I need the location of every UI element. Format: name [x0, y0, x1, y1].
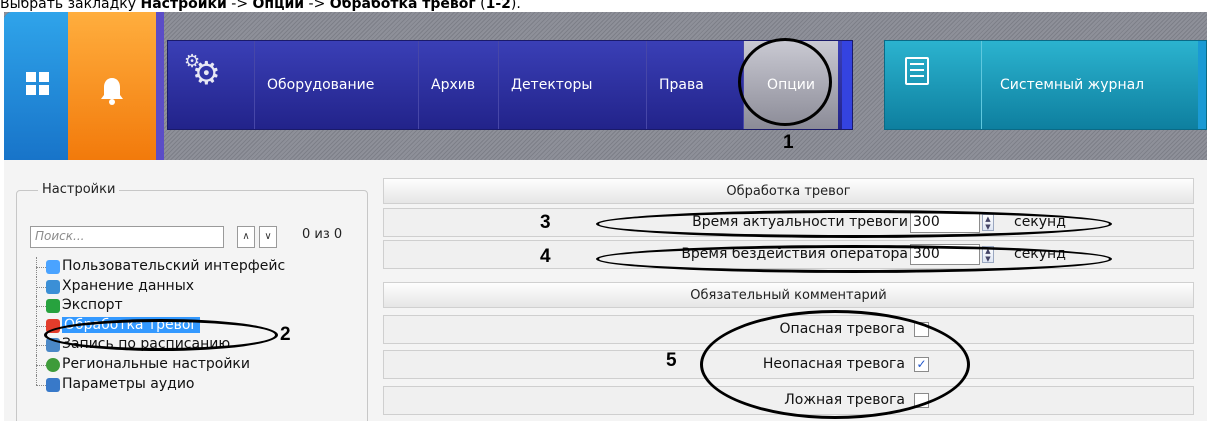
audio-icon: [46, 377, 60, 392]
tab-detectors[interactable]: Детекторы: [498, 41, 604, 129]
sys-scroll-edge: [1198, 41, 1206, 129]
section-alarm-processing: Обработка тревог: [383, 178, 1194, 204]
search-input[interactable]: Поиск...: [30, 226, 224, 248]
tree-item-audio[interactable]: Параметры аудио: [30, 374, 360, 395]
annotation-4: 4: [540, 246, 551, 267]
annotation-2: 2: [280, 324, 291, 345]
tile-separator: [156, 12, 164, 160]
annotation-1: 1: [783, 132, 794, 153]
tree-item-label: Региональные настройки: [62, 355, 250, 372]
caption-paren: (: [475, 0, 486, 12]
tab-archive[interactable]: Архив: [418, 41, 487, 129]
search-prev-button[interactable]: ∧: [237, 226, 255, 248]
caption-bold-options: Опции: [252, 0, 305, 12]
annotation-ellipse-3: [596, 210, 1112, 238]
bell-icon: [99, 76, 125, 111]
annotation-5: 5: [666, 350, 677, 371]
database-icon: [46, 279, 60, 294]
caption-sep: ->: [304, 0, 330, 12]
caption-bold-settings: Настройки: [140, 0, 227, 12]
annotation-ellipse-4: [596, 245, 1112, 273]
export-icon: [46, 299, 60, 314]
tree-item-regional[interactable]: Региональные настройки: [30, 354, 360, 375]
tab-rights[interactable]: Права: [646, 41, 716, 129]
tree-item-export[interactable]: Экспорт: [30, 296, 360, 316]
annotation-ellipse-2: [44, 319, 278, 351]
search-next-button[interactable]: ∨: [259, 226, 277, 248]
annotation-ellipse-5: [700, 310, 970, 419]
alarm-tile[interactable]: [68, 12, 156, 160]
globe-icon: [46, 357, 60, 372]
instruction-caption: Выбрать закладку Настройки -> Опции -> О…: [0, 0, 521, 12]
caption-paren: ).: [510, 0, 521, 12]
tree-item-label: Экспорт: [62, 297, 123, 314]
tree-item-user-interface[interactable]: Пользовательский интерфейс: [30, 257, 360, 277]
settings-panel: Настройки Поиск... ∧ ∨ 0 из 0 Пользовате…: [4, 160, 375, 421]
settings-group-title: Настройки: [38, 182, 120, 197]
windows-grid-icon: [26, 72, 49, 95]
tree-item-label: Параметры аудио: [62, 375, 195, 392]
annotation-ellipse-1: [738, 38, 832, 126]
system-log-bar[interactable]: Системный журнал: [884, 40, 1207, 130]
tree-item-data-storage[interactable]: Хранение данных: [30, 276, 360, 297]
gears-icon-small: ⚙: [184, 51, 201, 72]
caption-text: Выбрать закладку: [0, 0, 141, 12]
system-log-button[interactable]: Системный журнал: [981, 41, 1191, 129]
monitor-icon: [46, 260, 60, 274]
caption-sep: ->: [226, 0, 253, 12]
annotation-3: 3: [540, 212, 551, 233]
caption-bold-alarm: Обработка тревог: [329, 0, 476, 12]
tab-hardware[interactable]: Оборудование: [254, 41, 386, 129]
search-counter: 0 из 0: [302, 227, 343, 242]
section-required-comment: Обязательный комментарий: [383, 282, 1194, 308]
tree-item-label: Хранение данных: [62, 277, 195, 294]
tree-item-label: Пользовательский интерфейс: [62, 258, 286, 274]
windows-tile[interactable]: [4, 12, 68, 160]
nav-scroll-edge: [842, 41, 852, 129]
top-panel: ⚙ ⚙ Оборудование Архив Детекторы Права О…: [4, 12, 1207, 160]
checklist-icon: [905, 57, 929, 85]
caption-bold-steps: 1-2: [485, 0, 511, 12]
